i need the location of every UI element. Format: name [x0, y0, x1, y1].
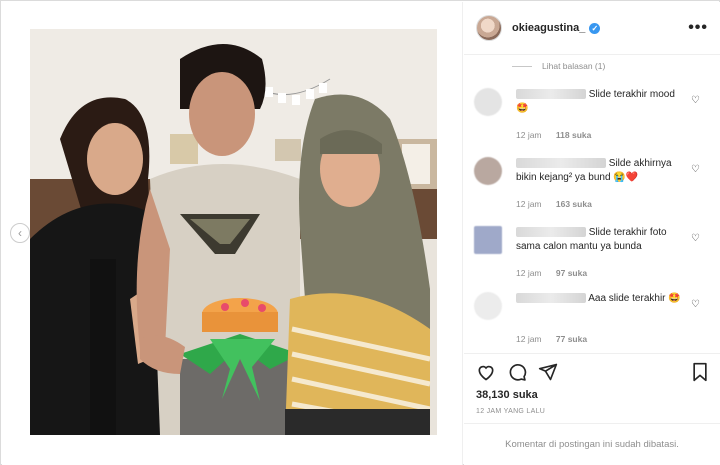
comment-item: Aaa slide terakhir 🤩 12 jam 77 suka ♡ [474, 292, 714, 350]
username-link[interactable]: okieagustina_ [512, 22, 585, 34]
post-modal: ‹ okieagustina_ ✓ ••• Lihat balasan (1) … [0, 0, 720, 465]
comment-time: 12 jam [516, 199, 542, 209]
comment-text: Silde akhirnya bikin kejang² ya bund 😭❤️ [516, 157, 686, 185]
comment-text-content: Aaa slide terakhir [588, 293, 666, 304]
chevron-left-icon[interactable]: ‹ [10, 223, 30, 243]
comment-item: Silde akhirnya bikin kejang² ya bund 😭❤️… [474, 157, 714, 215]
comment-text: Slide terakhir foto sama calon mantu ya … [516, 226, 686, 254]
commenter-avatar[interactable] [474, 157, 502, 185]
commenter-avatar[interactable] [474, 292, 502, 320]
media-pane: ‹ [2, 2, 463, 465]
more-options-icon[interactable]: ••• [688, 19, 708, 37]
comment-meta: 12 jam 163 suka [516, 199, 604, 209]
comment-meta: 12 jam 118 suka [516, 130, 603, 140]
comment-time: 12 jam [516, 268, 542, 278]
action-bar: 38,130 suka 12 JAM YANG LALU [464, 353, 720, 423]
commenter-avatar[interactable] [474, 88, 502, 116]
comments-list: Lihat balasan (1) Slide terakhir mood 🤩 … [464, 55, 720, 353]
comment-heart-icon[interactable]: ♡ [691, 95, 700, 106]
share-icon[interactable] [538, 362, 558, 382]
photo-illustration [30, 29, 437, 435]
likes-count[interactable]: 38,130 suka [476, 389, 538, 401]
heart-icon[interactable] [476, 362, 496, 382]
view-replies-label: Lihat balasan (1) [542, 61, 606, 71]
comment-text: Slide terakhir mood 🤩 [516, 88, 686, 116]
commenter-username[interactable] [516, 227, 586, 238]
comment-likes[interactable]: 77 suka [556, 334, 587, 344]
commenter-avatar[interactable] [474, 226, 502, 254]
comment-likes[interactable]: 118 suka [556, 130, 591, 140]
comment-heart-icon[interactable]: ♡ [691, 233, 700, 244]
comment-emoji: 🤩 [516, 103, 529, 114]
comment-icon[interactable] [507, 362, 527, 382]
post-header: okieagustina_ ✓ ••• [464, 2, 720, 55]
commenter-username[interactable] [516, 158, 606, 169]
comment-likes[interactable]: 163 suka [556, 199, 592, 209]
comment-meta: 12 jam 97 suka [516, 268, 599, 278]
comment-heart-icon[interactable]: ♡ [691, 164, 700, 175]
comments-disabled-notice: Komentar di postingan ini sudah dibatasi… [464, 423, 720, 465]
commenter-username[interactable] [516, 293, 586, 304]
comment-item: Slide terakhir foto sama calon mantu ya … [474, 226, 714, 284]
comment-heart-icon[interactable]: ♡ [691, 299, 700, 310]
comment-time: 12 jam [516, 334, 542, 344]
post-photo[interactable] [30, 29, 437, 435]
post-timestamp[interactable]: 12 JAM YANG LALU [476, 408, 545, 415]
replies-divider [512, 65, 532, 67]
comment-emoji: 🤩 [668, 293, 681, 304]
comment-emoji: 😭❤️ [613, 172, 639, 183]
verified-badge-icon: ✓ [589, 22, 601, 34]
side-panel: okieagustina_ ✓ ••• Lihat balasan (1) Sl… [464, 2, 720, 465]
comment-meta: 12 jam 77 suka [516, 334, 599, 344]
comment-time: 12 jam [516, 130, 542, 140]
comment-item: Slide terakhir mood 🤩 12 jam 118 suka ♡ [474, 88, 714, 146]
view-replies-button[interactable]: Lihat balasan (1) [512, 61, 605, 71]
comment-text: Aaa slide terakhir 🤩 [516, 292, 686, 306]
commenter-username[interactable] [516, 89, 586, 100]
avatar[interactable] [476, 15, 502, 41]
comment-text-content: Slide terakhir mood [588, 89, 675, 100]
comment-likes[interactable]: 97 suka [556, 268, 587, 278]
bookmark-icon[interactable] [690, 362, 710, 382]
